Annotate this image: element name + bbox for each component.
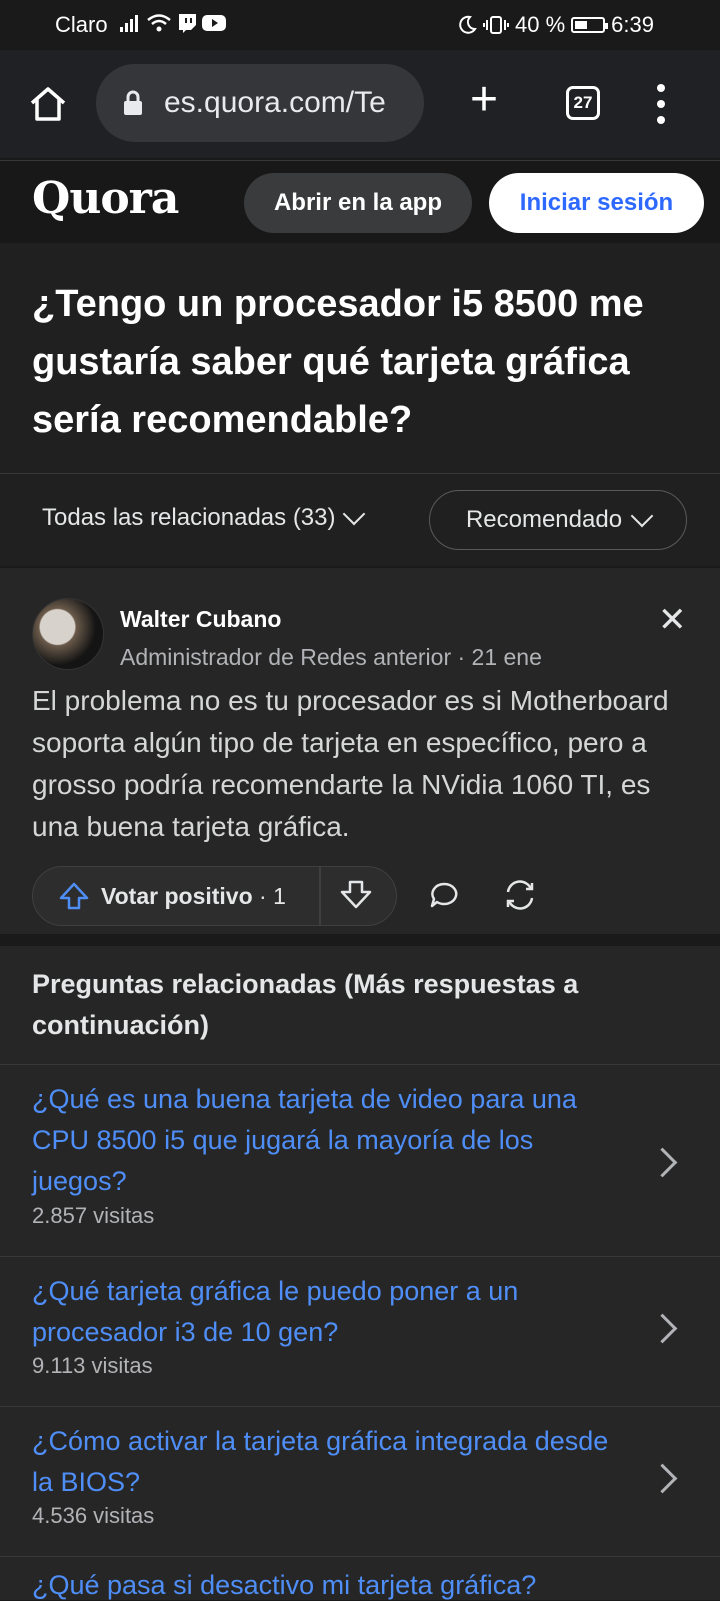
- new-tab-button[interactable]: +: [470, 76, 498, 124]
- close-icon[interactable]: ✕: [658, 600, 687, 640]
- related-filter-dropdown[interactable]: Todas las relacionadas (33): [42, 502, 365, 532]
- chevron-right-icon: [647, 1463, 678, 1494]
- sort-label: Recomendado: [465, 506, 623, 533]
- related-question-link[interactable]: ¿Qué es una buena tarjeta de video para …: [32, 1079, 612, 1202]
- list-item[interactable]: ¿Qué es una buena tarjeta de video para …: [0, 1064, 720, 1255]
- signal-icon: [120, 15, 138, 32]
- login-button[interactable]: Iniciar sesión: [489, 173, 704, 233]
- chevron-right-icon: [647, 1313, 678, 1344]
- view-count: 9.113 visitas: [32, 1353, 153, 1378]
- related-questions: Preguntas relacionadas (Más respuestas a…: [0, 946, 720, 1600]
- wifi-icon: [147, 14, 171, 32]
- chevron-down-icon: [342, 502, 365, 526]
- question-title: ¿Tengo un procesador i5 8500 me gustaría…: [32, 283, 644, 441]
- upvote-label: Votar positivo: [101, 882, 253, 909]
- related-question-link[interactable]: ¿Cómo activar la tarjeta gráfica integra…: [32, 1421, 612, 1503]
- related-header: Preguntas relacionadas (Más respuestas a…: [32, 969, 579, 1040]
- youtube-icon: [202, 15, 226, 31]
- home-icon[interactable]: [28, 84, 68, 124]
- battery-icon: [571, 17, 609, 33]
- clock: 6:39: [611, 12, 654, 37]
- moon-icon: [459, 15, 477, 34]
- vote-divider: [319, 867, 321, 925]
- list-item[interactable]: ¿Qué tarjeta gráfica le puedo poner a un…: [0, 1256, 720, 1405]
- vibrate-icon: [483, 16, 510, 34]
- url-text: es.quora.com/Te: [164, 86, 386, 119]
- author-name[interactable]: Walter Cubano: [120, 606, 281, 633]
- chevron-right-icon: [647, 1147, 678, 1178]
- answer-card: Walter Cubano Administrador de Redes ant…: [0, 568, 720, 934]
- avatar[interactable]: [32, 598, 104, 670]
- browser-toolbar: es.quora.com/Te + 27: [0, 50, 720, 158]
- quora-logo[interactable]: Quora: [32, 173, 179, 224]
- address-bar[interactable]: es.quora.com/Te: [96, 64, 424, 142]
- status-bar: Claro 40 % 6:39: [0, 0, 720, 50]
- list-item[interactable]: ¿Cómo activar la tarjeta gráfica integra…: [0, 1406, 720, 1555]
- related-question-link[interactable]: ¿Qué tarjeta gráfica le puedo poner a un…: [32, 1271, 612, 1353]
- open-in-app-button[interactable]: Abrir en la app: [244, 173, 472, 233]
- view-count: 4.536 visitas: [32, 1503, 155, 1528]
- related-question-link[interactable]: ¿Qué pasa si desactivo mi tarjeta gráfic…: [32, 1565, 612, 1601]
- battery-percent: 40 %: [515, 12, 566, 37]
- answer-filters: Todas las relacionadas (33) Recomendado: [0, 474, 720, 566]
- menu-icon[interactable]: [656, 84, 666, 124]
- carrier-label: Claro: [55, 12, 108, 37]
- related-filter-label: Todas las relacionadas (33): [42, 504, 336, 531]
- downvote-arrow-icon[interactable]: [340, 880, 372, 910]
- upvote-arrow-icon: [59, 882, 89, 910]
- status-right: 40 % 6:39: [457, 12, 654, 38]
- question-section: ¿Tengo un procesador i5 8500 me gustaría…: [0, 243, 720, 474]
- share-refresh-icon[interactable]: [502, 878, 538, 912]
- signal-icons: [120, 12, 226, 34]
- site-header: Quora Abrir en la app Iniciar sesión: [0, 160, 720, 244]
- list-item[interactable]: ¿Qué pasa si desactivo mi tarjeta gráfic…: [0, 1556, 720, 1601]
- author-credential: Administrador de Redes anterior · 21 ene: [120, 644, 542, 670]
- comment-icon[interactable]: [428, 880, 460, 910]
- view-count: 2.857 visitas: [32, 1203, 155, 1228]
- upvote-button[interactable]: Votar positivo · 1: [59, 882, 286, 910]
- tab-switcher-button[interactable]: 27: [566, 86, 600, 120]
- battery-fill: [575, 21, 588, 29]
- upvote-count: · 1: [259, 882, 286, 909]
- lock-icon: [124, 90, 142, 115]
- chevron-down-icon: [630, 504, 654, 528]
- sort-dropdown[interactable]: Recomendado: [429, 490, 687, 550]
- answer-text: El problema no es tu procesador es si Mo…: [32, 685, 669, 842]
- twitch-icon: [179, 14, 196, 33]
